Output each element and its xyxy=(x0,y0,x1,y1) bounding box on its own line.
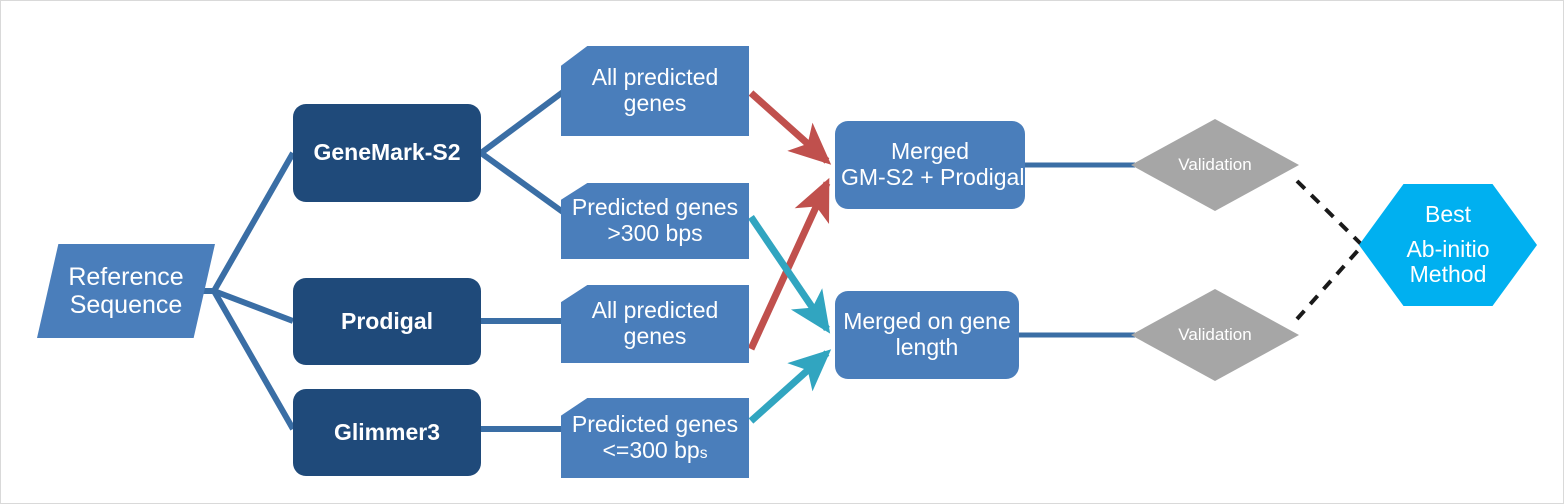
prodigal-all-genes-line2: genes xyxy=(623,323,687,349)
node-prodigal-all-predicted-genes[interactable]: All predicted genes xyxy=(561,285,749,363)
genemark-large-genes-line1: Predicted genes xyxy=(571,194,739,221)
flowchart-canvas: Reference Sequence GeneMark-S2 Prodigal … xyxy=(0,0,1564,504)
best-method-line1: Best xyxy=(1424,200,1472,227)
edge-genemark-to-predictions xyxy=(479,86,569,218)
glimmer-small-genes-line1: Predicted genes xyxy=(571,411,739,438)
node-glimmer-predicted-genes-under-300[interactable]: Predicted genes <=300 bps xyxy=(561,398,749,478)
node-merged-on-gene-length[interactable]: Merged on gene length xyxy=(835,291,1019,379)
glimmer-small-genes-line2-subscript: s xyxy=(699,445,708,462)
node-genemark-predicted-genes-over-300[interactable]: Predicted genes >300 bps xyxy=(561,183,749,259)
reference-sequence-line2: Sequence xyxy=(69,291,183,319)
node-genemark-all-predicted-genes[interactable]: All predicted genes xyxy=(561,46,749,136)
merged-gm-prodigal-line1: Merged xyxy=(891,138,969,165)
genemark-large-genes-line2: >300 bps xyxy=(607,220,703,246)
glimmer3-label: Glimmer3 xyxy=(333,418,441,445)
genemark-all-genes-line1: All predicted xyxy=(591,64,719,91)
node-genemark-s2[interactable]: GeneMark-S2 xyxy=(293,104,481,202)
glimmer-small-genes-line2-main: <=300 bp xyxy=(602,437,700,463)
genemark-s2-label: GeneMark-S2 xyxy=(313,139,461,166)
best-method-line2: Ab-initio xyxy=(1406,235,1490,262)
validation-bottom-label: Validation xyxy=(1178,325,1252,345)
merged-gm-prodigal-line2: GM-S2 + Prodigal xyxy=(841,164,1025,190)
edge-reference-to-algorithms xyxy=(193,151,296,431)
prodigal-label: Prodigal xyxy=(340,307,433,334)
connector-layer xyxy=(193,86,1363,432)
validation-top-label: Validation xyxy=(1178,155,1252,175)
prodigal-all-genes-line1: All predicted xyxy=(591,297,719,324)
genemark-all-genes-line2: genes xyxy=(623,90,687,116)
merged-gene-length-line1: Merged on gene xyxy=(843,308,1011,335)
node-prodigal[interactable]: Prodigal xyxy=(293,278,481,365)
node-reference-sequence[interactable]: Reference Sequence xyxy=(37,244,215,338)
node-glimmer3[interactable]: Glimmer3 xyxy=(293,389,481,476)
glimmer-small-genes-line2: <=300 bps xyxy=(567,437,743,464)
merged-gene-length-line2: length xyxy=(895,334,959,360)
best-method-line3: Method xyxy=(1409,261,1487,288)
node-merged-gm-s2-prodigal[interactable]: Merged GM-S2 + Prodigal xyxy=(835,121,1025,209)
edge-validation-to-best-method xyxy=(1295,179,1363,321)
reference-sequence-line1: Reference xyxy=(68,263,184,291)
